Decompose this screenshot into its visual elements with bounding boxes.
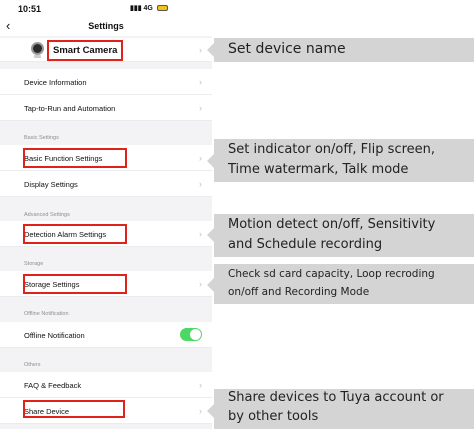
camera-stand-icon [34, 55, 41, 58]
row-tap-to-run[interactable]: Tap-to-Run and Automation › [0, 95, 212, 121]
callout-arrow-detection [207, 228, 214, 242]
callout-detection-alarm: Motion detect on/off, Sensitivity and Sc… [214, 214, 474, 257]
phone-screen: 10:51 ▮▮▮ 4G ‹ Settings › Smart Camera D… [0, 0, 212, 429]
highlight-box-basic-function [23, 148, 127, 168]
row-label: Offline Notification [24, 331, 85, 340]
chevron-right-icon: › [199, 45, 202, 55]
highlight-box-detection-alarm [23, 224, 127, 244]
row-device-information[interactable]: Device Information › [0, 69, 212, 95]
highlight-box-device-name [47, 40, 123, 61]
signal-icon: ▮▮▮ [130, 5, 142, 12]
callout-share-device: Share devices to Tuya account or by othe… [214, 389, 474, 429]
status-indicators: ▮▮▮ 4G [130, 4, 168, 12]
row-label: Device Information [24, 78, 87, 87]
callout-text-line1: Check sd card capacity, Loop recroding [228, 268, 435, 280]
section-header-offline: Offline Notification [24, 311, 69, 317]
row-label: FAQ & Feedback [24, 381, 82, 390]
highlight-box-share-device [23, 400, 125, 418]
chevron-right-icon: › [199, 279, 202, 289]
callout-arrow-share [207, 404, 214, 418]
callout-text-line2: and Schedule recording [228, 237, 383, 252]
callout-text-line1: Set indicator on/off, Flip screen, [228, 142, 436, 157]
chevron-right-icon: › [199, 406, 202, 416]
nav-bar: ‹ Settings [0, 18, 212, 36]
row-label: Tap-to-Run and Automation [24, 104, 116, 113]
callout-text-line2: by other tools [228, 409, 319, 424]
callout-basic-function: Set indicator on/off, Flip screen, Time … [214, 139, 474, 182]
callout-text-line1: Motion detect on/off, Sensitivity [228, 217, 436, 232]
toggle-knob [190, 329, 201, 340]
status-time: 10:51 [18, 4, 42, 14]
row-faq-feedback[interactable]: FAQ & Feedback › [0, 372, 212, 398]
offline-notification-toggle[interactable] [180, 328, 202, 341]
section-header-others: Others [24, 362, 41, 368]
row-label: Display Settings [24, 180, 78, 189]
camera-icon [31, 42, 44, 55]
callout-arrow-storage [207, 278, 214, 292]
section-header-advanced: Advanced Settings [24, 212, 70, 218]
highlight-box-storage [23, 274, 127, 294]
row-display-settings[interactable]: Display Settings › [0, 171, 212, 197]
chevron-right-icon: › [199, 179, 202, 189]
section-header-basic: Basic Settings [24, 135, 59, 141]
callout-arrow-device-name [207, 43, 214, 57]
status-bar: 10:51 ▮▮▮ 4G [0, 0, 212, 18]
chevron-right-icon: › [199, 77, 202, 87]
network-label: 4G [143, 5, 153, 12]
callout-text-line1: Share devices to Tuya account or [228, 390, 444, 405]
callout-arrow-basic [207, 154, 214, 168]
battery-icon [156, 5, 168, 12]
callout-text-line2: Time watermark, Talk mode [228, 162, 409, 177]
chevron-right-icon: › [199, 229, 202, 239]
chevron-right-icon: › [199, 153, 202, 163]
callout-device-name: Set device name [214, 38, 474, 62]
page-title: Settings [88, 21, 124, 31]
callout-text: Set device name [228, 41, 346, 57]
chevron-right-icon: › [199, 103, 202, 113]
chevron-right-icon: › [199, 380, 202, 390]
section-header-storage: Storage [24, 261, 44, 267]
callout-text-line2: on/off and Recording Mode [228, 286, 370, 298]
callout-storage: Check sd card capacity, Loop recroding o… [214, 264, 474, 304]
